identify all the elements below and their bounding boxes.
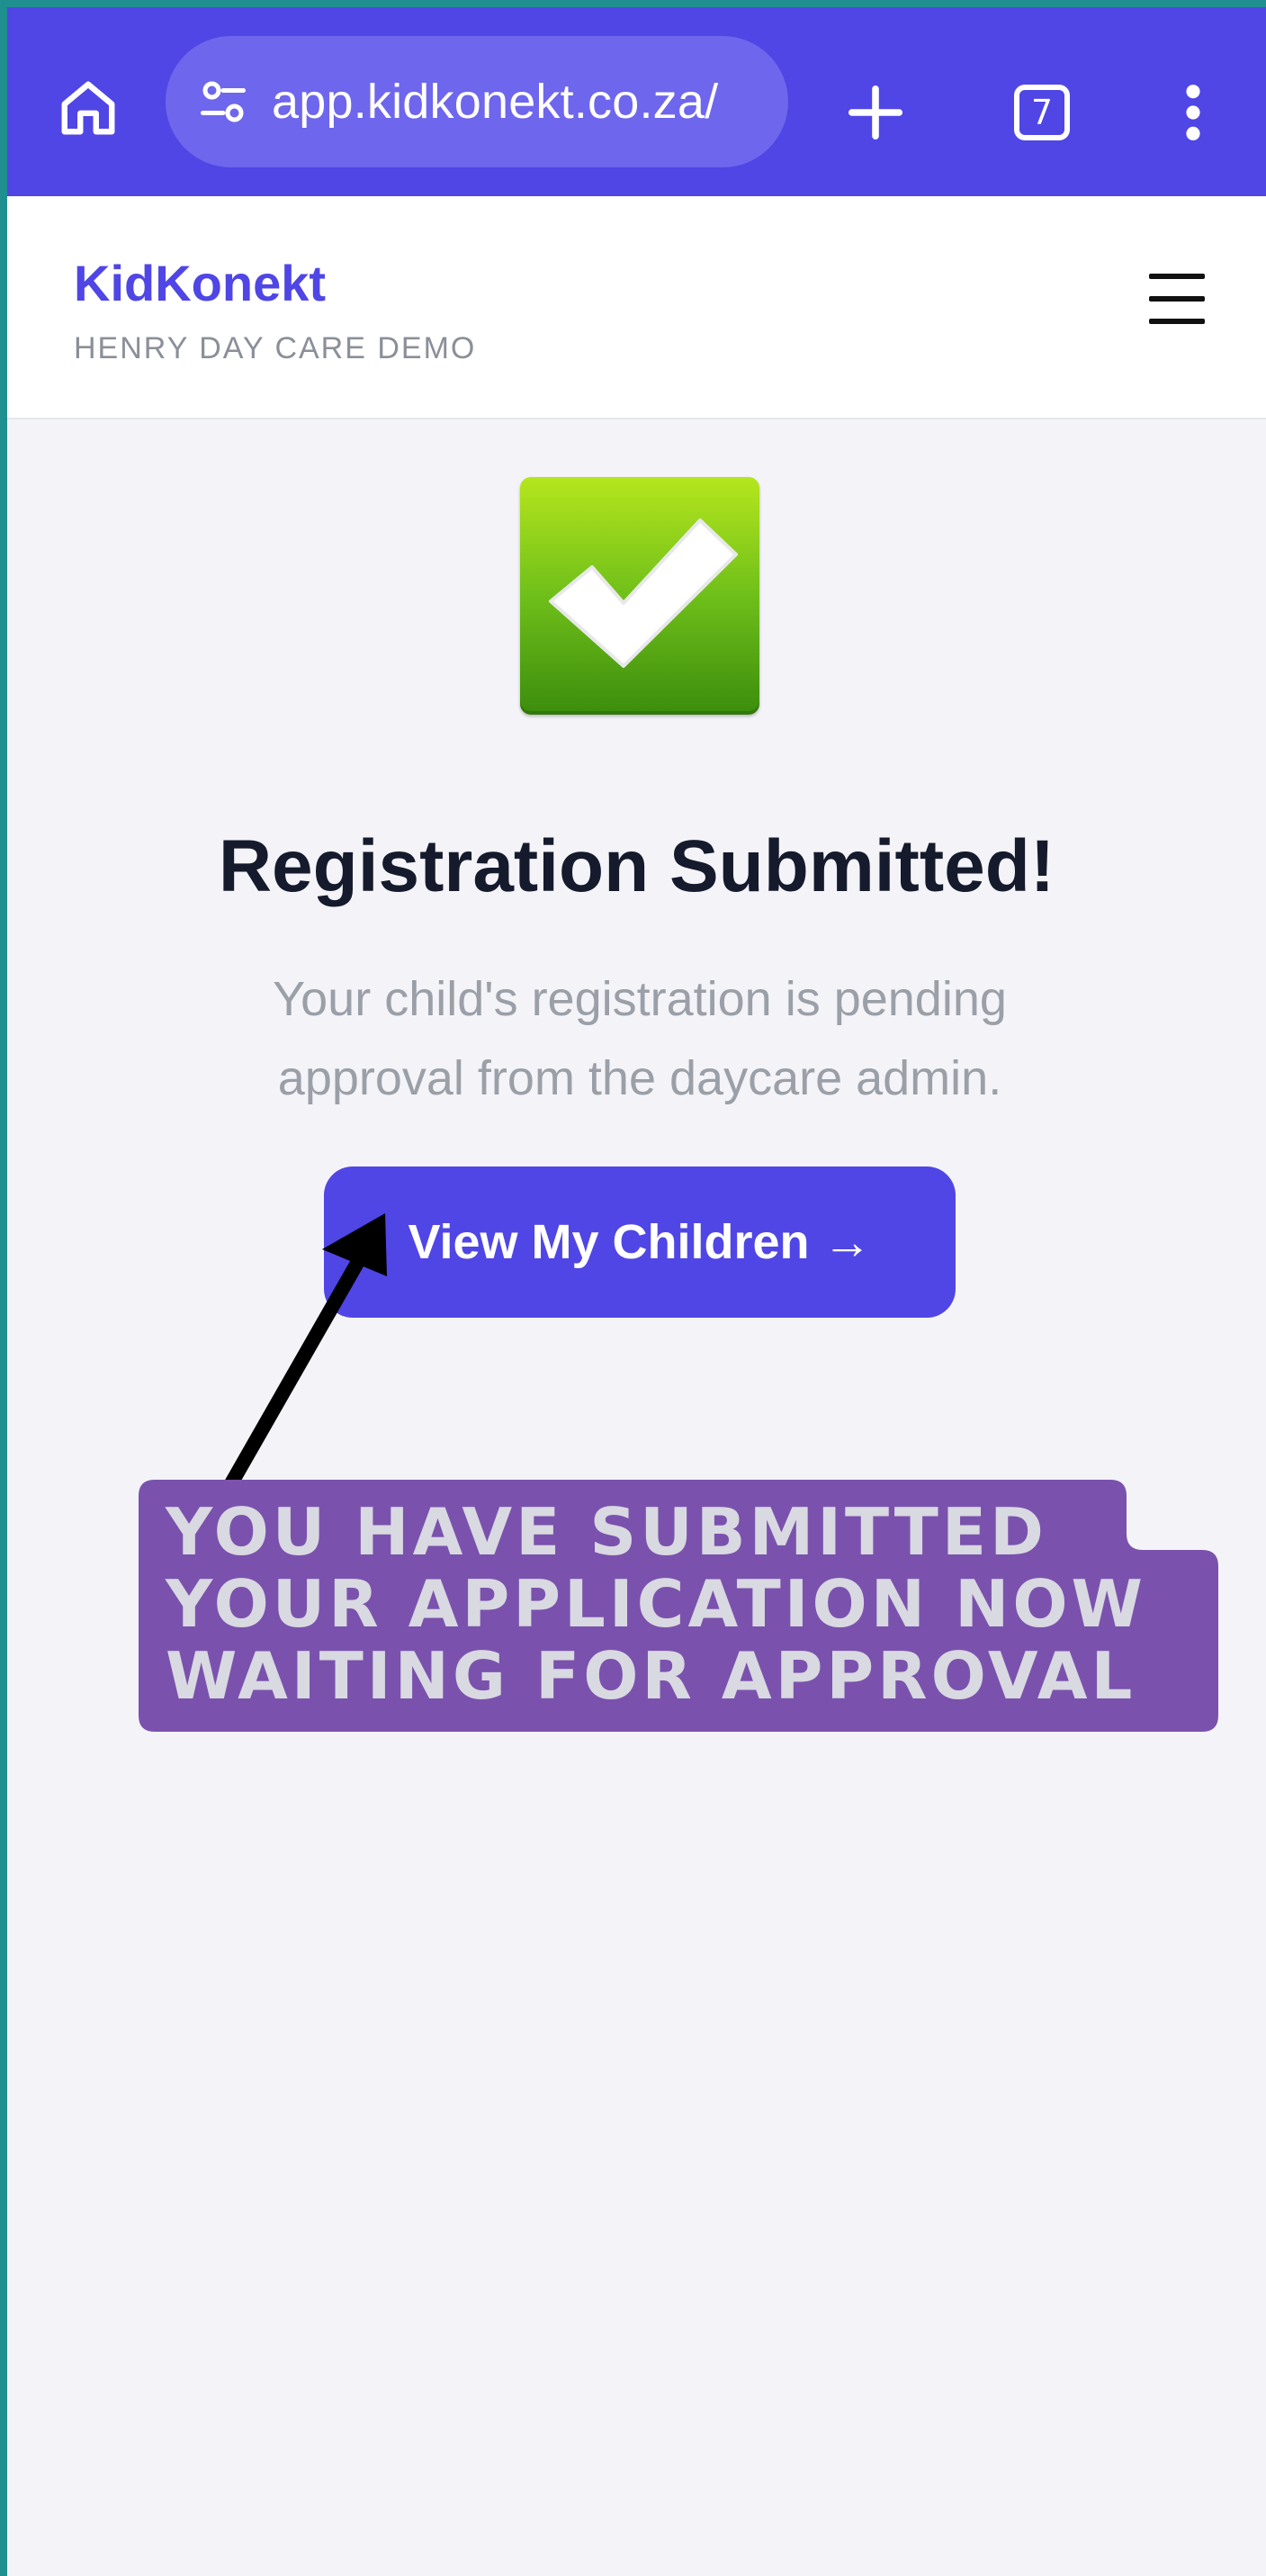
app-frame: app.kidkonekt.co.za/ 7 KidKonekt HENRY D… [7,7,1266,2576]
annotation-text: YOU HAVE SUBMITTED YOUR APPLICATION NOW … [166,1494,1146,1714]
arrow-icon [223,1213,387,1492]
annotation-callout: YOU HAVE SUBMITTED YOUR APPLICATION NOW … [139,1480,1218,1732]
